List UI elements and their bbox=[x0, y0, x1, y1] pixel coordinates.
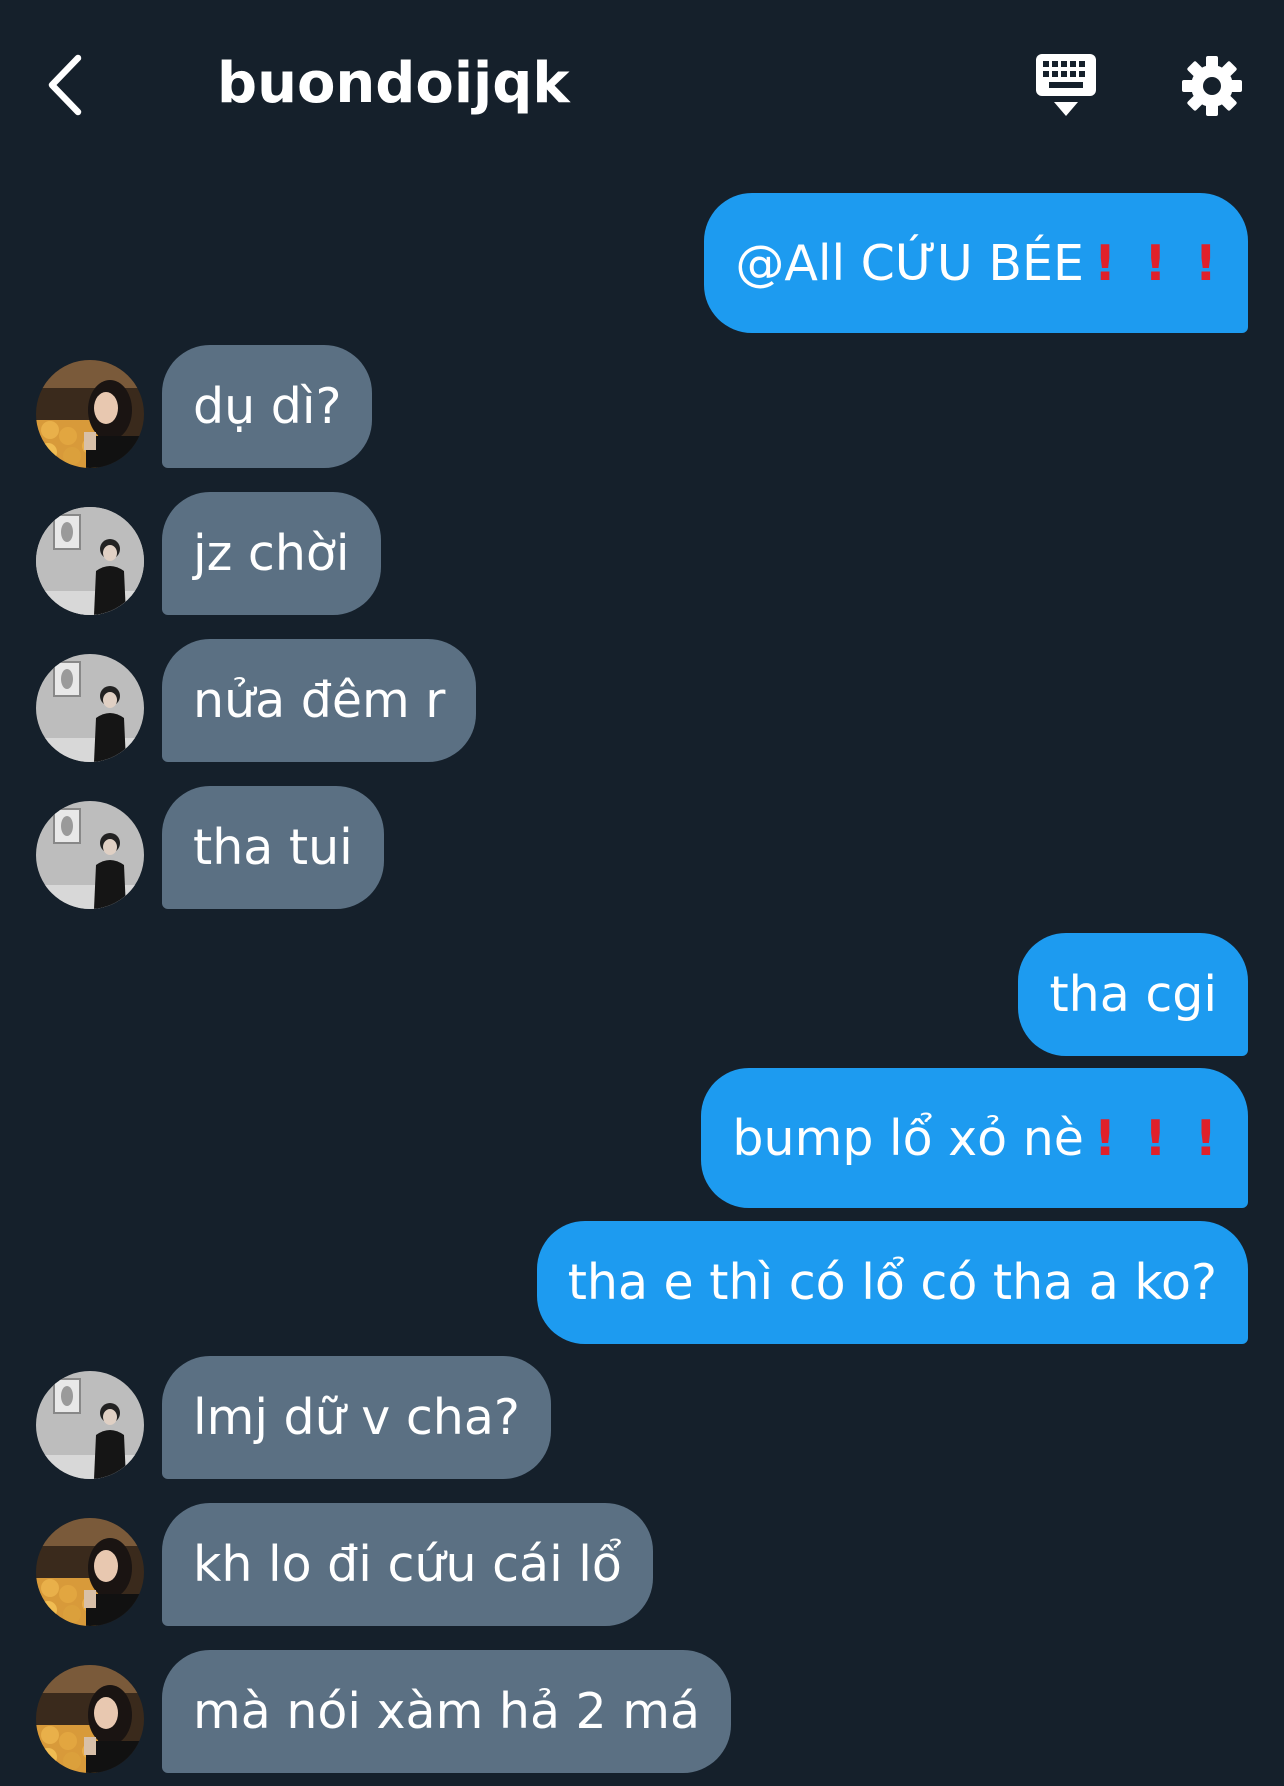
avatar-boy[interactable] bbox=[36, 654, 144, 762]
avatar-girl[interactable] bbox=[36, 1665, 144, 1773]
message-text: lmj dữ v cha? bbox=[193, 1389, 520, 1446]
message-text: mà nói xàm hả 2 má bbox=[193, 1683, 701, 1740]
message-bubble-incoming[interactable]: mà nói xàm hả 2 má bbox=[162, 1650, 732, 1773]
exclamation-emoji-icon: ! bbox=[1194, 234, 1217, 292]
message-text: nửa đêm r bbox=[193, 672, 446, 729]
back-button[interactable] bbox=[44, 50, 94, 120]
exclamation-emoji-icon: ! bbox=[1144, 234, 1167, 292]
chat-header: buondoijqk bbox=[0, 0, 1284, 170]
message-text: tha cgi bbox=[1049, 966, 1217, 1023]
message-text: tha tui bbox=[193, 819, 353, 876]
avatar-girl[interactable] bbox=[36, 1518, 144, 1626]
message-bubble-incoming[interactable]: nửa đêm r bbox=[162, 639, 477, 762]
gear-icon bbox=[1182, 56, 1242, 116]
message-bubble-incoming[interactable]: dụ dì? bbox=[162, 345, 373, 468]
message-text: dụ dì? bbox=[193, 378, 342, 435]
message-bubble-outgoing[interactable]: tha e thì có lổ có tha a ko? bbox=[536, 1221, 1248, 1344]
settings-button[interactable] bbox=[1180, 54, 1244, 118]
chevron-left-icon bbox=[48, 54, 82, 116]
message-text: kh lo đi cứu cái lổ bbox=[193, 1536, 622, 1593]
message-bubble-incoming[interactable]: tha tui bbox=[162, 786, 384, 909]
message-bubble-incoming[interactable]: jz chời bbox=[162, 492, 381, 615]
message-bubble-incoming[interactable]: kh lo đi cứu cái lổ bbox=[162, 1503, 653, 1626]
message-text: tha e thì có lổ có tha a ko? bbox=[567, 1254, 1217, 1311]
keyboard-icon bbox=[1036, 54, 1096, 116]
exclamation-emoji-icon: ! bbox=[1144, 1109, 1167, 1167]
message-bubble-outgoing[interactable]: bump lổ xỏ nè!!! bbox=[701, 1068, 1248, 1208]
message-bubble-outgoing[interactable]: tha cgi bbox=[1018, 933, 1248, 1056]
avatar-boy[interactable] bbox=[36, 801, 144, 909]
message-text: @All CỨU BÉE bbox=[735, 234, 1084, 292]
exclamation-emoji-icon: ! bbox=[1093, 1109, 1117, 1167]
exclamation-emoji-icon: ! bbox=[1093, 234, 1117, 292]
message-text: bump lổ xỏ nè bbox=[732, 1109, 1084, 1167]
avatar-boy[interactable] bbox=[36, 1371, 144, 1479]
avatar-boy[interactable] bbox=[36, 507, 144, 615]
conversation-title: buondoijqk bbox=[217, 51, 570, 116]
message-bubble-incoming[interactable]: lmj dữ v cha? bbox=[162, 1356, 551, 1479]
keyboard-button[interactable] bbox=[1034, 52, 1098, 118]
message-bubble-outgoing[interactable]: @All CỨU BÉE!!! bbox=[704, 193, 1248, 333]
exclamation-emoji-icon: ! bbox=[1194, 1109, 1217, 1167]
avatar-girl[interactable] bbox=[36, 360, 144, 468]
message-text: jz chời bbox=[193, 525, 350, 582]
